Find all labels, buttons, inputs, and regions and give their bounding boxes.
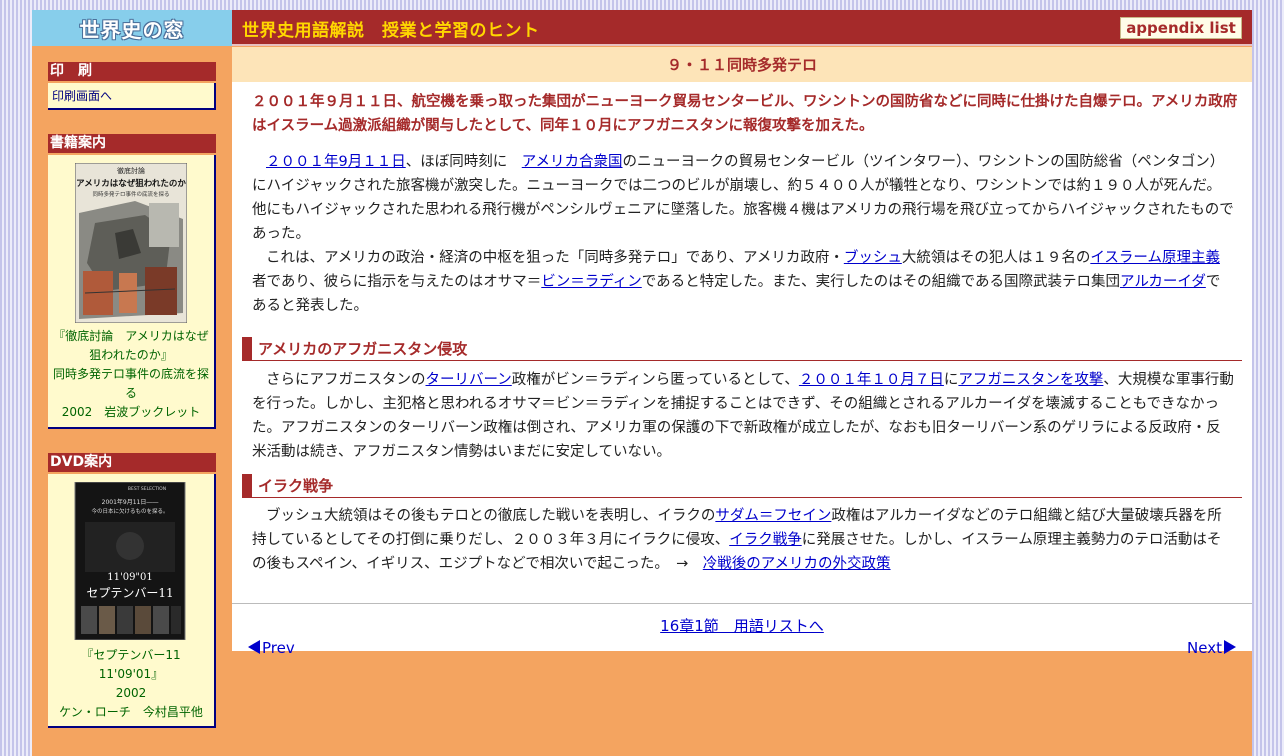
term-title: ９・１１同時多発テロ	[232, 47, 1252, 82]
title-bar: 世界史用語解説 授業と学習のヒント appendix list	[232, 10, 1252, 46]
prev-label: Prev	[262, 639, 295, 657]
text-run: 政権がビン＝ラディンら匿っているとして、	[511, 372, 799, 388]
dvd-box: BEST SELECTION 2001年9月11日―― 今の日本に欠けるものを探…	[48, 474, 216, 728]
text-run: に	[943, 372, 959, 388]
next-label: Next	[1187, 639, 1222, 657]
link-date-2001-9-11[interactable]: ２００１年9月１１日	[266, 154, 406, 170]
appendix-list-button[interactable]: appendix list	[1120, 17, 1242, 39]
triangle-left-icon	[248, 640, 260, 654]
link-post-cold-war-policy[interactable]: 冷戦後のアメリカの外交政策	[703, 556, 891, 572]
book-caption-line: 2002 岩波ブックレット	[61, 405, 201, 419]
link-saddam-hussein[interactable]: サダム＝フセイン	[715, 508, 831, 524]
dvd-cover-image[interactable]: BEST SELECTION 2001年9月11日―― 今の日本に欠けるものを探…	[74, 482, 186, 640]
text-run: であると特定した。また、実行したのはその組織である国際武装テロ集団	[641, 274, 1120, 290]
link-islamic-fundamentalism[interactable]: イスラーム原理主義	[1090, 250, 1220, 266]
paragraph-response: これは、アメリカの政治・経済の中枢を狙った「同時多発テロ」であり、アメリカ政府・…	[252, 246, 1234, 318]
print-page-link[interactable]: 印刷画面へ	[52, 87, 112, 104]
book-caption-line: 同時多発テロ事件の底流を探	[52, 367, 209, 381]
prev-button[interactable]: Prev	[248, 639, 295, 657]
dvd-caption-line: 『セプテンバー11	[81, 648, 181, 662]
paragraph-afghanistan: さらにアフガニスタンのターリバーン政権がビン＝ラディンら匿っているとして、２００…	[252, 368, 1234, 464]
book-cover-image[interactable]: 徹底討論 アメリカはなぜ狙われたのか 同時多発テロ事件の底流を探る	[75, 163, 187, 323]
link-bin-laden[interactable]: ビン＝ラディン	[541, 274, 641, 290]
dvd-cover-number: 11'09"01	[107, 572, 153, 583]
book-cover-subtitle: 同時多発テロ事件の底流を探る	[92, 190, 169, 198]
text-run: さらにアフガニスタンの	[266, 372, 426, 388]
site-title: 世界史用語解説 授業と学習のヒント	[242, 21, 540, 41]
chapter-term-list-link[interactable]: 16章1節 用語リストへ	[660, 617, 824, 635]
footer-divider	[232, 603, 1252, 604]
paragraph-attack: ２００１年9月１１日、ほぼ同時刻に アメリカ合衆国のニューヨークの貿易センタービ…	[252, 150, 1234, 246]
chapter-link-row: 16章1節 用語リストへ	[232, 615, 1252, 636]
book-caption-line: 『徹底討論 アメリカはなぜ	[53, 329, 209, 343]
section-heading-afghanistan: アメリカのアフガニスタン侵攻	[242, 337, 1242, 361]
book-box: 徹底討論 アメリカはなぜ狙われたのか 同時多発テロ事件の底流を探る 『徹底討論 …	[48, 155, 216, 429]
book-caption: 『徹底討論 アメリカはなぜ 狙われたのか』 同時多発テロ事件の底流を探 る 20…	[48, 327, 214, 422]
text-run: これは、アメリカの政治・経済の中枢を狙った「同時多発テロ」であり、アメリカ政府・	[266, 250, 844, 266]
dvd-caption-line: ケン・ローチ 今村昌平他	[59, 705, 203, 719]
term-summary: ２００１年９月１１日、航空機を乗っ取った集団がニューヨーク貿易センタービル、ワシ…	[252, 94, 1238, 134]
link-usa[interactable]: アメリカ合衆国	[522, 154, 623, 170]
link-afghanistan-attack[interactable]: アフガニスタンを攻撃	[958, 372, 1103, 388]
text-run: ブッシュ大統領はその後もテロとの徹底した戦いを表明し、イラクの	[266, 508, 716, 524]
link-taliban[interactable]: ターリバーン	[426, 372, 512, 388]
print-heading: 印 刷	[48, 62, 216, 81]
dvd-caption-line: 2002	[115, 686, 147, 700]
text-run: 、ほぼ同時刻に	[405, 154, 522, 170]
section-heading-iraq-war: イラク戦争	[242, 474, 1242, 498]
page-wrapper: 世界史の窓 世界史用語解説 授業と学習のヒント appendix list 印 …	[32, 10, 1252, 756]
dvd-cover-title: セプテンバー11	[86, 586, 173, 600]
dvd-cover-line2: 今の日本に欠けるものを探る。	[91, 507, 168, 515]
book-caption-line: 狙われたのか』	[89, 348, 173, 362]
link-date-2001-10-7[interactable]: ２００１年１０月７日	[799, 372, 944, 388]
main-content: ９・１１同時多発テロ ２００１年９月１１日、航空機を乗っ取った集団がニューヨーク…	[232, 47, 1252, 657]
dvd-caption: 『セプテンバー11 11'09'01』 2002 ケン・ローチ 今村昌平他	[48, 646, 214, 722]
dvd-heading: DVD案内	[48, 453, 216, 472]
link-iraq-war[interactable]: イラク戦争	[729, 532, 802, 548]
dvd-caption-line: 11'09'01』	[98, 667, 164, 681]
text-run: 者であり、彼らに指示を与えたのはオサマ＝	[252, 274, 542, 290]
book-cover-title: アメリカはなぜ狙われたのか	[76, 178, 186, 189]
text-run: 大統領はその犯人は１９名の	[901, 250, 1091, 266]
paragraph-iraq: ブッシュ大統領はその後もテロとの徹底した戦いを表明し、イラクのサダム＝フセイン政…	[252, 504, 1234, 576]
book-heading: 書籍案内	[48, 134, 216, 153]
site-logo[interactable]: 世界史の窓	[32, 10, 232, 46]
link-bush[interactable]: ブッシュ	[844, 250, 902, 266]
next-button[interactable]: Next	[1187, 639, 1236, 657]
book-caption-line: る	[124, 386, 137, 400]
dvd-cover-line: 2001年9月11日――	[102, 498, 159, 506]
dvd-cover-badge: BEST SELECTION	[128, 486, 166, 492]
link-al-qaeda[interactable]: アルカーイダ	[1120, 274, 1206, 290]
triangle-right-icon	[1224, 640, 1236, 654]
book-cover-series: 徹底討論	[117, 166, 145, 175]
print-box: 印刷画面へ	[48, 83, 216, 110]
